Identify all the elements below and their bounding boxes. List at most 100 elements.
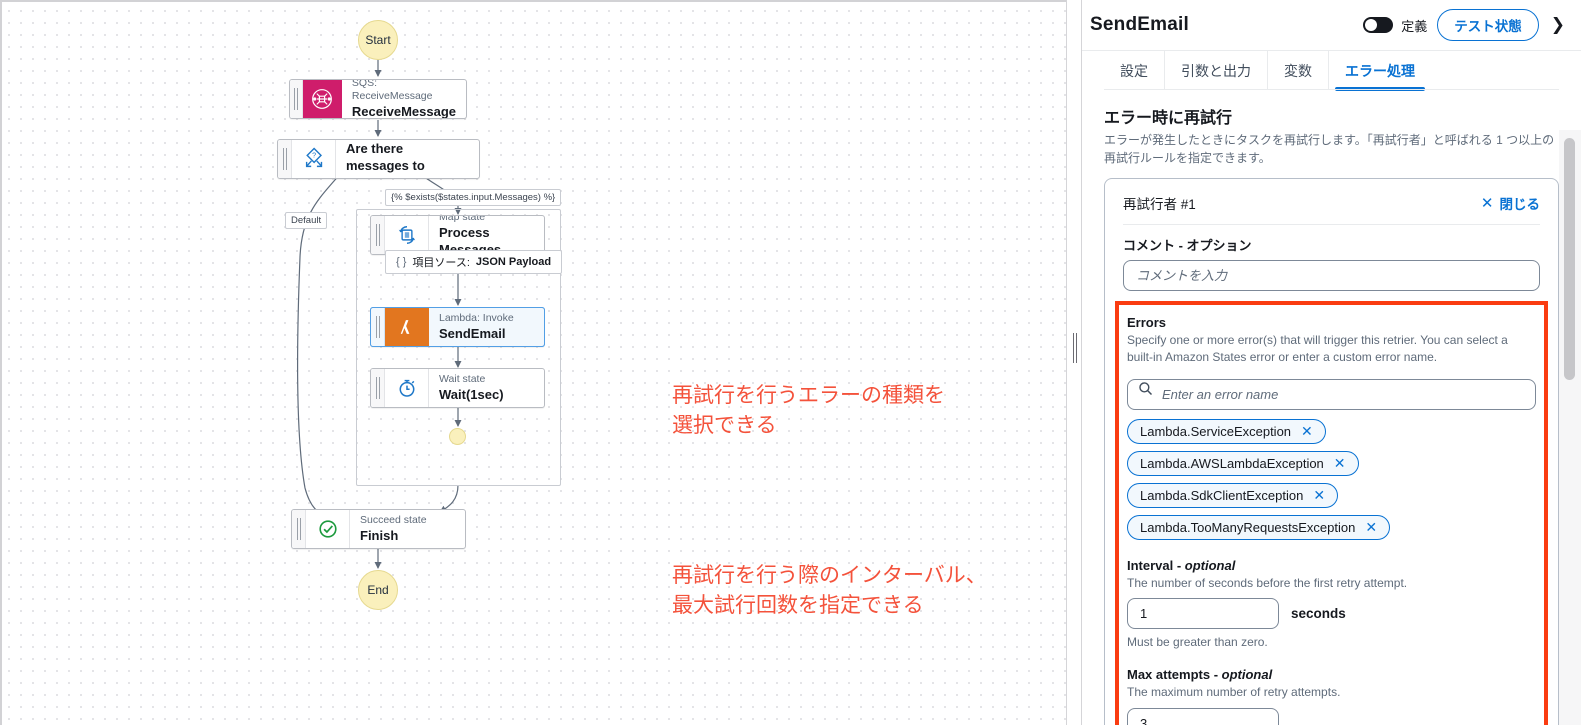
map-icon bbox=[385, 216, 429, 254]
interval-input[interactable] bbox=[1127, 598, 1279, 630]
node-type-label: Map state bbox=[439, 215, 486, 224]
tab-variables[interactable]: 変数 bbox=[1267, 51, 1328, 90]
node-type-label: Wait state bbox=[439, 372, 486, 385]
interval-optional-text: optional bbox=[1184, 557, 1236, 573]
node-drag-handle[interactable] bbox=[290, 80, 303, 118]
page-title: SendEmail bbox=[1090, 14, 1189, 35]
start-label: Start bbox=[365, 33, 391, 47]
error-search-input[interactable] bbox=[1127, 378, 1536, 410]
workflow-node-receive-message[interactable]: SQS: ReceiveMessage ReceiveMessage bbox=[289, 79, 467, 119]
panel-scrollbar-thumb[interactable] bbox=[1564, 138, 1575, 380]
error-chip-label: Lambda.SdkClientException bbox=[1140, 487, 1304, 503]
tab-label: 引数と出力 bbox=[1181, 62, 1251, 79]
map-item-source-chip[interactable]: { } 項目ソース: JSON Payload bbox=[385, 250, 563, 274]
node-name-label: Wait(1sec) bbox=[439, 386, 504, 402]
max-attempts-label: Max attempts - optional bbox=[1127, 667, 1536, 682]
choice-icon: ? bbox=[292, 140, 336, 178]
braces-icon: { } bbox=[396, 256, 407, 268]
max-attempts-input[interactable] bbox=[1127, 707, 1279, 725]
workflow-canvas[interactable]: Start SQS: ReceiveMessage ReceiveMessage bbox=[0, 0, 1068, 725]
item-source-value: JSON Payload bbox=[475, 256, 552, 268]
error-chip[interactable]: Lambda.TooManyRequestsException ✕ bbox=[1127, 514, 1391, 540]
chevron-right-icon[interactable]: ❯ bbox=[1549, 15, 1567, 35]
annotation-errors: 再試行を行うエラーの種類を 選択できる bbox=[672, 383, 945, 438]
max-attempts-label-text: Max attempts - bbox=[1127, 667, 1222, 683]
interval-hint: Must be greater than zero. bbox=[1127, 635, 1268, 650]
error-chip-label: Lambda.AWSLambdaException bbox=[1140, 455, 1324, 471]
node-name-label: Are there messages to process? bbox=[346, 140, 425, 178]
test-state-button[interactable]: テスト状態 bbox=[1437, 9, 1539, 41]
error-chip-label: Lambda.ServiceException bbox=[1140, 423, 1292, 439]
close-icon: ✕ bbox=[1480, 195, 1494, 212]
retrier-close-button[interactable]: ✕ 閉じる bbox=[1481, 193, 1540, 213]
node-drag-handle[interactable] bbox=[371, 369, 385, 407]
search-icon bbox=[1138, 381, 1153, 401]
errors-label: Errors bbox=[1127, 315, 1167, 330]
clock-icon bbox=[385, 369, 429, 407]
error-chip-label: Lambda.TooManyRequestsException bbox=[1140, 519, 1356, 535]
node-drag-handle[interactable] bbox=[371, 308, 385, 346]
tab-label: エラー処理 bbox=[1345, 62, 1415, 79]
comment-label: コメント - オプション bbox=[1123, 238, 1252, 253]
retrier-header: 再試行者 #1 ✕ 閉じる bbox=[1123, 193, 1540, 213]
workflow-node-finish[interactable]: Succeed state Finish bbox=[291, 509, 466, 549]
remove-chip-icon[interactable]: ✕ bbox=[1313, 488, 1325, 502]
state-details-panel: SendEmail 定義 テスト状態 ❯ 設定 引数と出力 変数 エラー処理 エ… bbox=[1082, 0, 1581, 725]
node-drag-handle[interactable] bbox=[371, 216, 385, 254]
svg-text:?: ? bbox=[312, 151, 316, 159]
remove-chip-icon[interactable]: ✕ bbox=[1365, 520, 1377, 534]
tab-error-handling[interactable]: エラー処理 bbox=[1328, 51, 1431, 91]
max-attempts-description: The maximum number of retry attempts. bbox=[1127, 685, 1341, 700]
node-type-label: Choice state bbox=[346, 139, 469, 140]
close-label: 閉じる bbox=[1499, 197, 1541, 212]
tab-arguments-output[interactable]: 引数と出力 bbox=[1164, 51, 1267, 90]
sqs-icon bbox=[302, 80, 342, 118]
node-drag-handle[interactable] bbox=[292, 510, 306, 548]
end-label: End bbox=[367, 583, 389, 597]
error-search-wrapper bbox=[1127, 373, 1536, 410]
tab-settings[interactable]: 設定 bbox=[1104, 51, 1164, 90]
error-chip[interactable]: Lambda.ServiceException ✕ bbox=[1127, 418, 1326, 444]
node-name-label: ReceiveMessage bbox=[351, 104, 456, 119]
workflow-node-choice[interactable]: ? Choice state Are there messages to pro… bbox=[277, 139, 480, 179]
workflow-start-node[interactable]: Start bbox=[358, 20, 398, 60]
tab-label: 設定 bbox=[1120, 62, 1148, 79]
error-chip-list: Lambda.ServiceException ✕ Lambda.AWSLamb… bbox=[1127, 418, 1536, 540]
retrier-divider bbox=[1123, 224, 1540, 225]
interval-unit-label: seconds bbox=[1291, 606, 1346, 622]
panel-header: SendEmail 定義 テスト状態 ❯ bbox=[1082, 0, 1581, 50]
comment-input[interactable] bbox=[1123, 260, 1540, 291]
max-attempts-optional-text: optional bbox=[1221, 667, 1273, 683]
splitter-grip-icon bbox=[1072, 333, 1078, 363]
definition-toggle-label: 定義 bbox=[1401, 18, 1428, 34]
error-chip[interactable]: Lambda.SdkClientException ✕ bbox=[1127, 482, 1339, 508]
retrier-card: 再試行者 #1 ✕ 閉じる コメント - オプション Errors Specif… bbox=[1104, 178, 1559, 725]
annotation-interval: 再試行を行う際のインターバル、 最大試行回数を指定できる bbox=[672, 563, 987, 618]
section-description: エラーが発生したときにタスクを再試行します。「再試行者」と呼ばれる 1 つ以上の… bbox=[1104, 133, 1555, 165]
panel-resize-splitter[interactable] bbox=[1066, 0, 1082, 725]
node-type-label: Succeed state bbox=[360, 513, 427, 526]
lambda-icon bbox=[385, 308, 429, 346]
remove-chip-icon[interactable]: ✕ bbox=[1301, 424, 1313, 438]
panel-content: エラー時に再試行 エラーが発生したときにタスクを再試行します。「再試行者」と呼ば… bbox=[1082, 90, 1581, 725]
remove-chip-icon[interactable]: ✕ bbox=[1334, 456, 1346, 470]
section-title: エラー時に再試行 bbox=[1104, 110, 1233, 127]
interval-row: seconds bbox=[1127, 592, 1536, 630]
node-name-label: Finish bbox=[360, 527, 399, 543]
workflow-node-process-messages[interactable]: Map state Process Messages bbox=[370, 215, 545, 255]
definition-toggle[interactable] bbox=[1363, 17, 1394, 33]
tab-label: 変数 bbox=[1284, 62, 1312, 79]
definition-toggle-group[interactable]: 定義 bbox=[1363, 16, 1427, 35]
map-iteration-end-dot[interactable] bbox=[449, 428, 466, 445]
error-chip[interactable]: Lambda.AWSLambdaException ✕ bbox=[1127, 450, 1359, 476]
interval-label-text: Interval - bbox=[1127, 557, 1185, 573]
node-type-label: SQS: ReceiveMessage bbox=[351, 79, 433, 103]
node-drag-handle[interactable] bbox=[278, 140, 292, 178]
panel-tabs[interactable]: 設定 引数と出力 変数 エラー処理 bbox=[1082, 50, 1581, 91]
retrier-name: 再試行者 #1 bbox=[1123, 197, 1196, 212]
edge-label-default: Default bbox=[285, 212, 328, 229]
workflow-node-send-email[interactable]: Lambda: Invoke SendEmail bbox=[370, 307, 545, 347]
check-circle-icon bbox=[306, 510, 350, 548]
workflow-end-node[interactable]: End bbox=[358, 570, 398, 610]
workflow-node-wait[interactable]: Wait state Wait(1sec) bbox=[370, 368, 545, 408]
